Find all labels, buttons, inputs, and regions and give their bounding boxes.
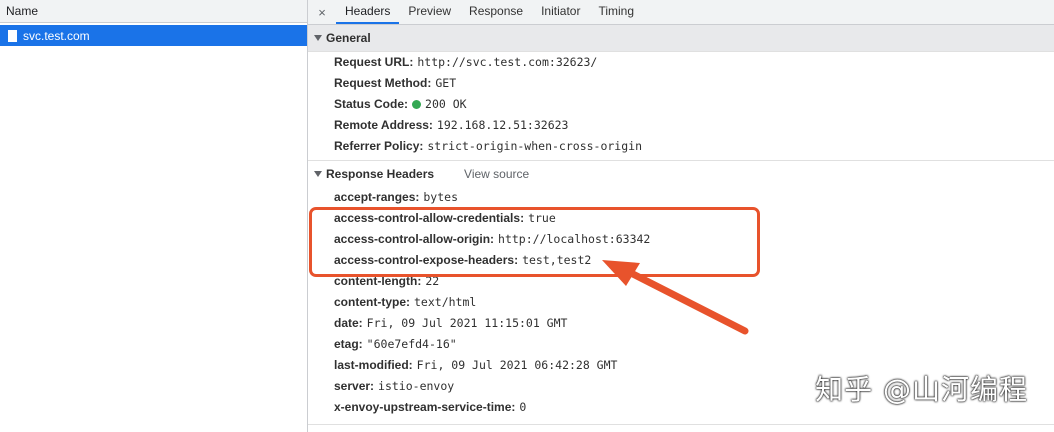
watermark: 知乎 @山河编程 <box>815 373 1028 406</box>
